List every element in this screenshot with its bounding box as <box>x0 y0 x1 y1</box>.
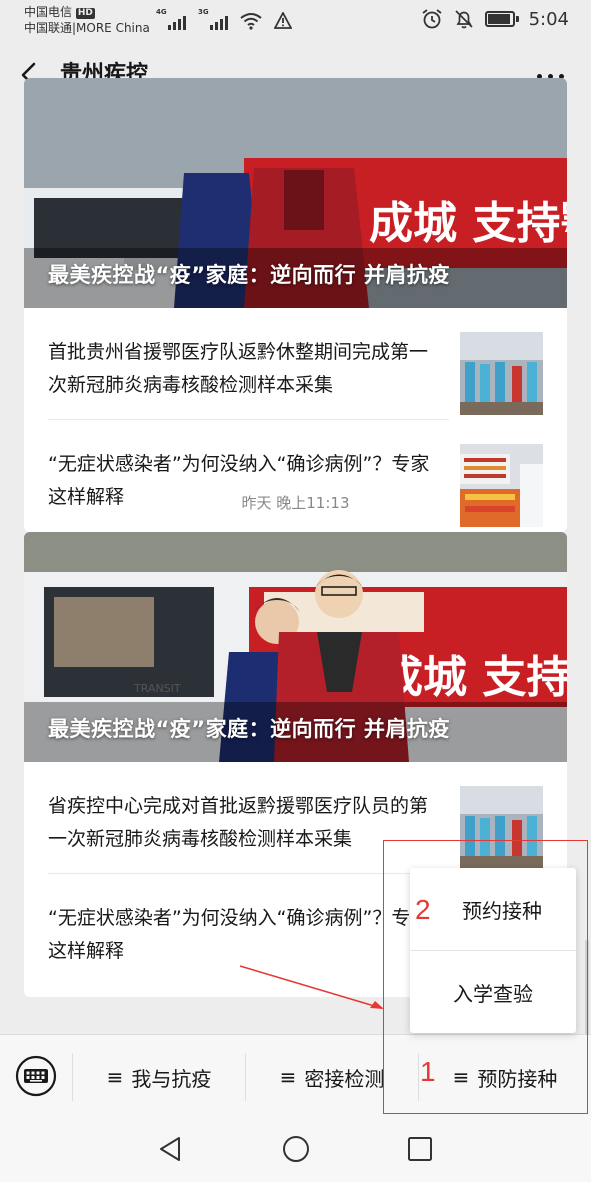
signal-2-type: 3G <box>198 8 209 16</box>
circle-home-icon[interactable] <box>280 1133 312 1165</box>
carrier-1: 中国电信 <box>24 5 73 19</box>
carrier-info: 中国电信 HD 中国联通|MORE China <box>24 4 150 36</box>
signal-1-type: 4G <box>156 8 167 16</box>
date-separator: 昨天 晚上11:13 <box>241 494 350 512</box>
hero-article-2[interactable]: 成城 支持鄂州 TRANSIT 最美疾控战“疫”家庭：逆向而行 并肩抗疫 <box>24 532 567 762</box>
annotation-number-1: 1 <box>420 1056 436 1087</box>
hero-title: 最美疾控战“疫”家庭：逆向而行 并肩抗疫 <box>48 717 450 741</box>
annotation-number-2: 2 <box>415 894 431 925</box>
menu-item-label: 我与抗疫 <box>131 1066 212 1091</box>
article-thumbnail <box>460 332 543 415</box>
menu-item-label: 密接检测 <box>304 1066 385 1091</box>
hero-title: 最美疾控战“疫”家庭：逆向而行 并肩抗疫 <box>48 263 450 287</box>
list-item[interactable]: 首批贵州省援鄂医疗队返黔休整期间完成第一次新冠肺炎病毒核酸检测样本采集 <box>24 308 567 420</box>
menu-item-wo-yu-kang-yi[interactable]: ≡ 我与抗疫 <box>73 1035 245 1119</box>
signal-indicators: 4G 3G <box>156 8 292 30</box>
warning-icon <box>274 12 292 29</box>
annotation-arrow-icon <box>239 965 384 1009</box>
signal-2-icon: 3G <box>198 8 228 30</box>
system-nav-bar <box>0 1118 591 1182</box>
alarm-icon <box>422 9 442 29</box>
article-title: 首批贵州省援鄂医疗队返黔休整期间完成第一次新冠肺炎病毒核酸检测样本采集 <box>48 341 429 396</box>
wifi-icon <box>240 13 262 30</box>
keyboard-icon[interactable] <box>14 1054 58 1098</box>
triangle-back-icon[interactable] <box>155 1134 185 1164</box>
hamburger-icon: ≡ <box>279 1065 297 1089</box>
square-recent-icon[interactable] <box>406 1135 434 1163</box>
status-bar: 中国电信 HD 中国联通|MORE China 4G 3G 5:04 <box>0 0 591 44</box>
battery-icon <box>484 11 519 27</box>
status-right: 5:04 <box>421 8 569 30</box>
signal-1-icon: 4G <box>156 8 186 30</box>
hamburger-icon: ≡ <box>106 1065 124 1089</box>
clock: 5:04 <box>528 8 569 30</box>
mute-bell-icon <box>454 10 473 29</box>
svg-text:TRANSIT: TRANSIT <box>133 682 181 695</box>
svg-text:成城 支持鄂州: 成城 支持鄂州 <box>379 652 567 703</box>
hd-badge: HD <box>75 8 95 19</box>
list-item[interactable]: “无症状感染者”为何没纳入“确诊病例”？专家这样解释 <box>24 420 567 532</box>
hero-article-1[interactable]: 成城 支持鄂州 最美疾控战“疫”家庭：逆向而行 并肩抗疫 <box>24 78 567 308</box>
svg-text:成城 支持鄂州: 成城 支持鄂州 <box>369 198 567 249</box>
article-card-1: 成城 支持鄂州 最美疾控战“疫”家庭：逆向而行 并肩抗疫 首批贵州省援鄂医疗队返… <box>24 78 567 532</box>
carrier-2: 中国联通|MORE China <box>24 21 150 35</box>
annotation-highlight-box <box>383 840 588 1114</box>
